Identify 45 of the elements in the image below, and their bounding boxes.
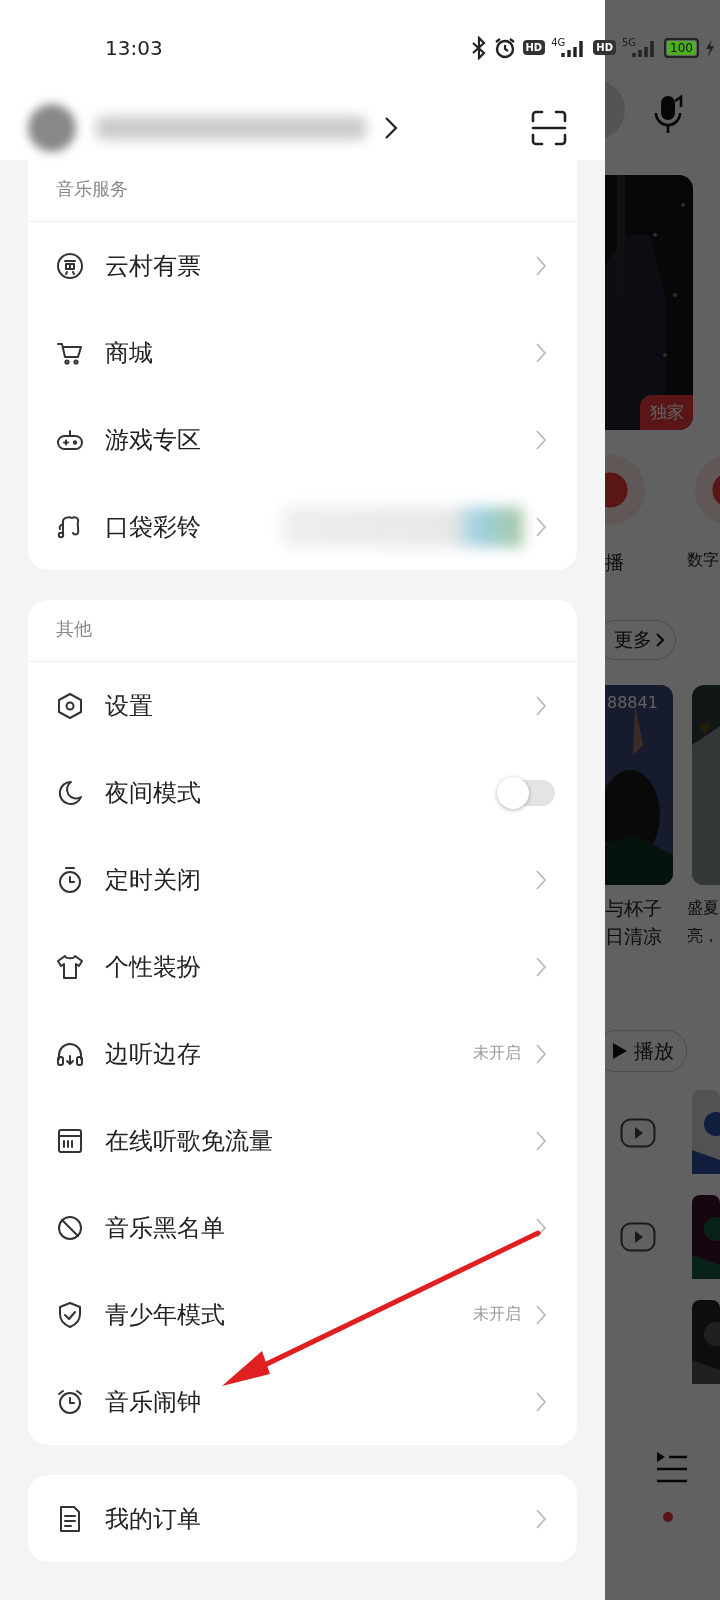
menu-label: 青少年模式 <box>105 1299 225 1331</box>
shortcut-label: 数字 <box>687 550 719 571</box>
menu-item[interactable]: 个性装扮 <box>28 923 577 1010</box>
hd-badge: HD <box>593 40 616 55</box>
playlist-caption: 日清凉 <box>605 924 662 949</box>
menu-item[interactable]: 我的订单 <box>28 1475 577 1562</box>
menu-label: 商城 <box>105 337 153 369</box>
menu-label: 夜间模式 <box>105 777 201 809</box>
menu-item[interactable]: 口袋彩铃 <box>28 483 577 570</box>
menu-label: 音乐黑名单 <box>105 1212 225 1244</box>
playlist-caption: 与杯子 <box>605 896 662 921</box>
hd-badge: HD <box>522 40 546 55</box>
menu-label: 在线听歌免流量 <box>105 1125 273 1157</box>
section-title: 音乐服务 <box>28 160 577 222</box>
menu-item[interactable]: 设置 <box>28 662 577 749</box>
playlist-caption: 亮， <box>687 926 719 947</box>
menu-item[interactable]: 音乐黑名单 <box>28 1184 577 1271</box>
network-type: 4G <box>551 36 566 48</box>
clock-time: 13:03 <box>105 35 163 60</box>
menu-label: 游戏专区 <box>105 424 201 456</box>
menu-item[interactable]: 游戏专区 <box>28 396 577 483</box>
menu-item[interactable]: 音乐闹钟 <box>28 1358 577 1445</box>
network-type: 5G <box>621 36 637 48</box>
menu-label: 云村有票 <box>105 250 201 282</box>
status-text: 未开启 <box>473 1043 521 1064</box>
menu-label: 边听边存 <box>105 1038 201 1070</box>
status-text: 未开启 <box>473 1304 521 1325</box>
menu-label: 定时关闭 <box>105 864 201 896</box>
menu-label: 设置 <box>105 690 153 722</box>
playlist-caption: 盛夏 <box>687 898 719 919</box>
menu-item[interactable]: 青少年模式 未开启 <box>28 1271 577 1358</box>
menu-label: 我的订单 <box>105 1503 201 1535</box>
play-count: 88841 <box>607 693 658 712</box>
menu-item[interactable]: 边听边存 未开启 <box>28 1010 577 1097</box>
exclusive-badge: 独家 <box>640 395 693 430</box>
shortcut-label: 播 <box>605 550 624 575</box>
menu-item[interactable]: 在线听歌免流量 <box>28 1097 577 1184</box>
menu-label: 口袋彩铃 <box>105 511 201 543</box>
menu-item[interactable]: 商城 <box>28 309 577 396</box>
menu-label: 音乐闹钟 <box>105 1386 201 1418</box>
menu-item[interactable]: 夜间模式 <box>28 749 577 836</box>
menu-label: 个性装扮 <box>105 951 201 983</box>
menu-item[interactable]: 云村有票 <box>28 222 577 309</box>
section-title: 其他 <box>28 600 577 662</box>
menu-item[interactable]: 定时关闭 <box>28 836 577 923</box>
